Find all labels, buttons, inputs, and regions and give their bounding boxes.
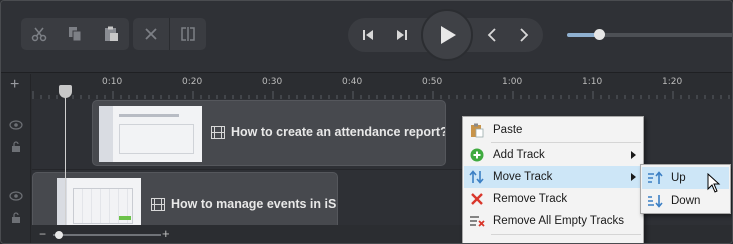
menu-separator bbox=[491, 142, 641, 143]
menu-item-label: Remove All Empty Tracks bbox=[493, 215, 625, 227]
zoom-out-button[interactable]: − bbox=[39, 227, 46, 241]
ruler-tick-label: 0:30 bbox=[262, 77, 283, 87]
editor-window: + 0:10 0:20 0:30 0:40 0:50 1:00 1:10 1:2… bbox=[0, 0, 733, 244]
menu-item-label: Move Track bbox=[493, 171, 553, 183]
timeline-zoom-track[interactable] bbox=[53, 234, 161, 236]
ruler-tick-label: 0:50 bbox=[422, 77, 443, 87]
menu-item-label: Paste bbox=[493, 124, 523, 136]
lock-icon[interactable] bbox=[11, 140, 21, 158]
menu-item-move-track[interactable]: Move Track bbox=[464, 166, 642, 188]
sort-down-icon bbox=[642, 194, 668, 208]
clip-title-row: How to manage events in iSp bbox=[151, 197, 338, 211]
track-header-column: + bbox=[1, 74, 31, 243]
ruler-tick-label: 1:00 bbox=[502, 77, 523, 87]
clip-title: How to create an attendance report? bbox=[231, 125, 446, 139]
submenu-arrow-icon bbox=[631, 151, 636, 159]
menu-item-add-track[interactable]: Add Track bbox=[464, 144, 642, 166]
zoom-in-button[interactable]: + bbox=[162, 226, 170, 241]
play-icon bbox=[441, 26, 456, 44]
add-circle-icon bbox=[464, 148, 490, 162]
film-icon bbox=[211, 125, 225, 139]
skip-back-icon[interactable] bbox=[353, 18, 383, 52]
menu-item-label: Down bbox=[671, 195, 701, 207]
menu-item-down[interactable]: Down bbox=[642, 190, 729, 212]
menu-item-label: Up bbox=[671, 172, 686, 184]
previous-icon[interactable] bbox=[477, 18, 507, 52]
skip-forward-icon[interactable] bbox=[387, 18, 417, 52]
remove-lines-icon bbox=[464, 214, 490, 228]
media-clip[interactable]: How to create an attendance report? bbox=[92, 100, 446, 166]
play-button[interactable] bbox=[421, 9, 473, 61]
clip-title-row: How to create an attendance report? bbox=[211, 125, 446, 139]
next-icon[interactable] bbox=[509, 18, 539, 52]
scissors-icon[interactable] bbox=[21, 18, 57, 50]
timeline-zoom-handle[interactable] bbox=[55, 231, 63, 239]
playhead-handle[interactable] bbox=[59, 85, 72, 98]
clipboard-icon bbox=[464, 123, 490, 138]
menu-item-paste[interactable]: Paste bbox=[464, 119, 642, 141]
playhead-line bbox=[65, 91, 66, 243]
eye-icon[interactable] bbox=[9, 117, 23, 135]
eye-icon[interactable] bbox=[9, 188, 23, 206]
context-menu: Paste Add Track Move Track Remove Track bbox=[462, 116, 644, 243]
red-x-icon bbox=[464, 192, 490, 206]
move-arrows-icon bbox=[464, 170, 490, 184]
split-icon[interactable] bbox=[170, 18, 206, 50]
ruler-tick-label: 0:20 bbox=[182, 77, 203, 87]
add-track-button[interactable]: + bbox=[10, 76, 19, 94]
clip-title: How to manage events in iSp bbox=[171, 197, 338, 211]
menu-item-remove-empty-tracks[interactable]: Remove All Empty Tracks bbox=[464, 210, 642, 232]
menu-item-remove-track[interactable]: Remove Track bbox=[464, 188, 642, 210]
submenu-arrow-icon bbox=[631, 173, 636, 181]
clip-thumbnail bbox=[99, 106, 202, 162]
toolbar bbox=[1, 1, 732, 73]
menu-item-label: Remove Track bbox=[493, 193, 568, 205]
ruler-tick-label: 0:10 bbox=[102, 77, 123, 87]
ruler-tick-label: 1:10 bbox=[582, 77, 603, 87]
delete-icon[interactable] bbox=[133, 18, 169, 50]
paste-icon[interactable] bbox=[93, 18, 129, 50]
lock-icon[interactable] bbox=[11, 211, 21, 229]
ruler-tick-label: 0:40 bbox=[342, 77, 363, 87]
sort-up-icon bbox=[642, 171, 668, 185]
menu-item-label: Add Track bbox=[493, 149, 545, 161]
mouse-cursor-icon bbox=[707, 173, 721, 193]
copy-icon[interactable] bbox=[57, 18, 93, 50]
track-edit-group bbox=[133, 18, 206, 50]
zoom-slider-handle[interactable] bbox=[594, 29, 605, 40]
ruler-ticks bbox=[32, 91, 730, 99]
menu-separator bbox=[491, 234, 641, 235]
ruler-tick-label: 1:20 bbox=[662, 77, 683, 87]
film-icon bbox=[151, 197, 165, 211]
clipboard-group bbox=[21, 18, 129, 50]
